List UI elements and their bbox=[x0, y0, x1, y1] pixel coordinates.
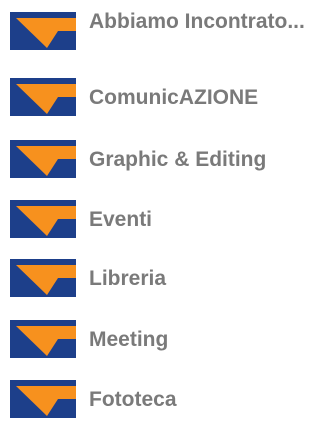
orange-chevron-icon bbox=[10, 320, 76, 358]
menu-item-label: Libreria bbox=[89, 267, 167, 290]
menu-item-graphic-editing[interactable]: Graphic & Editing bbox=[10, 140, 320, 192]
orange-chevron-icon bbox=[10, 78, 76, 116]
orange-chevron-icon bbox=[10, 380, 76, 418]
menu-item-eventi[interactable]: Eventi bbox=[10, 200, 320, 252]
menu-item-label: Meeting bbox=[89, 328, 169, 351]
menu-item-label: Eventi bbox=[89, 208, 153, 231]
menu-item-meeting[interactable]: Meeting bbox=[10, 320, 320, 372]
menu-item-fototeca[interactable]: Fototeca bbox=[10, 380, 320, 420]
menu-item-label: Graphic & Editing bbox=[89, 148, 267, 171]
side-menu: Abbiamo Incontrato... ComunicAZIONE Grap… bbox=[0, 0, 325, 421]
menu-item-label: Fototeca bbox=[89, 388, 177, 411]
menu-item-abbiamo-incontrato[interactable]: Abbiamo Incontrato... bbox=[10, 10, 320, 62]
menu-item-libreria[interactable]: Libreria bbox=[10, 259, 320, 311]
orange-chevron-icon bbox=[10, 200, 76, 238]
orange-chevron-icon bbox=[10, 12, 76, 50]
menu-item-comunicazione[interactable]: ComunicAZIONE bbox=[10, 78, 320, 130]
menu-item-label: Abbiamo Incontrato... bbox=[89, 10, 305, 33]
orange-chevron-icon bbox=[10, 140, 76, 178]
orange-chevron-icon bbox=[10, 259, 76, 297]
menu-item-label: ComunicAZIONE bbox=[89, 86, 259, 109]
